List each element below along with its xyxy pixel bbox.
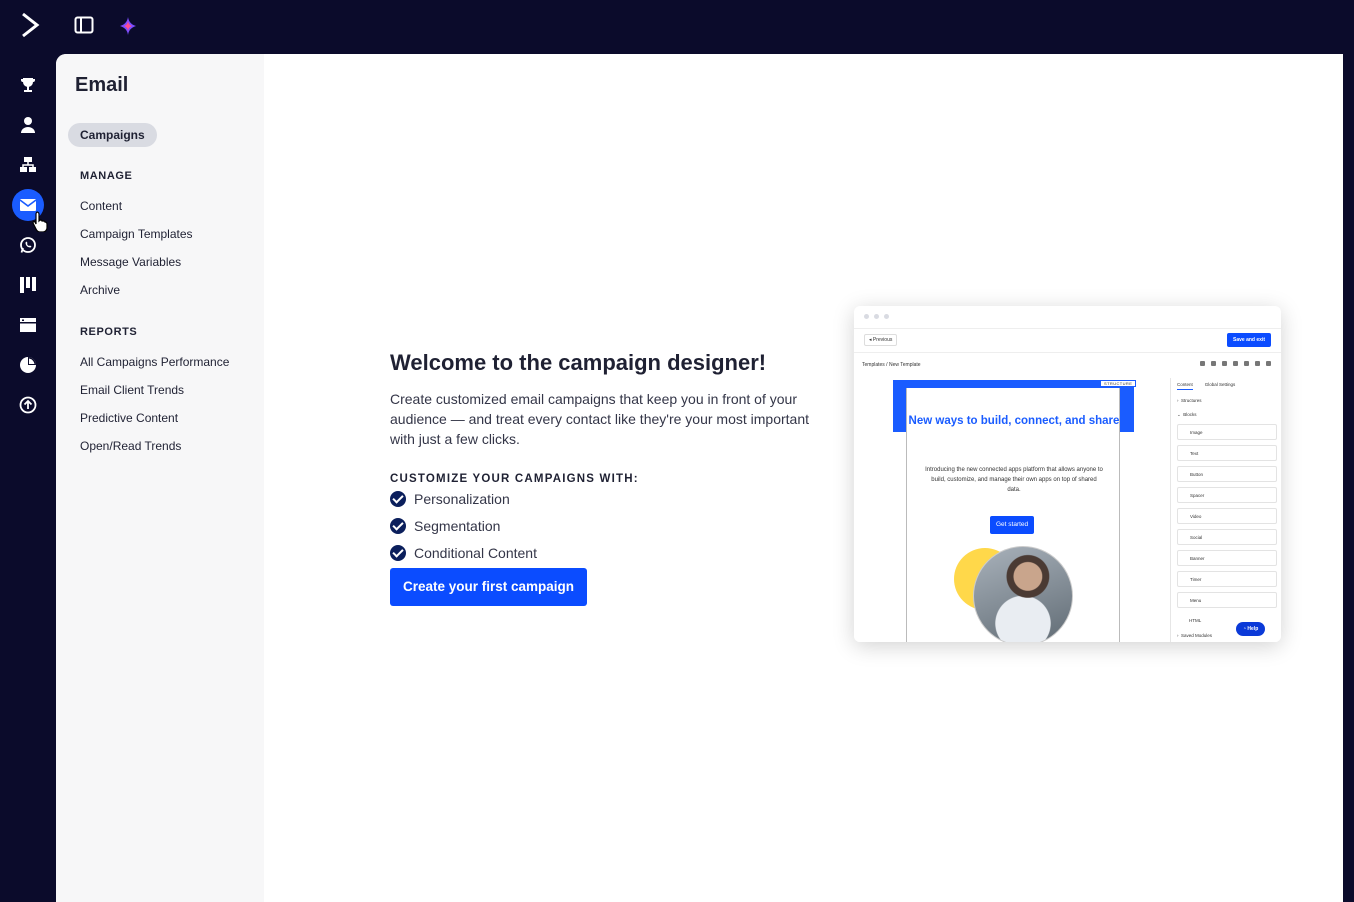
preview-side-panel: Content Global Settings › Structures ⌄ Bl… [1170,378,1281,642]
preview-previous-button: ◂ Previous [864,334,898,346]
nav-item-predictive-content[interactable]: Predictive Content [80,411,178,425]
hand-cursor-icon [32,211,48,232]
preview-block-image: Image [1177,424,1277,440]
nav-item-email-client-trends[interactable]: Email Client Trends [80,383,184,397]
feature-personalization: Personalization [390,485,810,512]
preview-get-started-button: Get started [990,516,1035,534]
feature-conditional-content: Conditional Content [390,539,810,566]
preview-blocks-row: ⌄ Blocks [1177,412,1197,417]
preview-woman-photo [973,546,1073,642]
activecampaign-logo[interactable] [20,12,40,38]
contacts-icon[interactable] [12,109,44,141]
welcome-panel: Welcome to the campaign designer! Create… [390,350,810,606]
feature-segmentation: Segmentation [390,512,810,539]
section-title: Email [75,74,129,96]
primary-nav-rail [0,54,56,902]
sparkle-icon[interactable] [118,16,138,36]
preview-block-video: Video [1177,508,1277,524]
sidebar-toggle-icon[interactable] [74,16,94,34]
preview-block-menu: Menu [1177,592,1277,608]
window-dots [864,314,889,319]
upload-icon[interactable] [12,389,44,421]
nav-item-archive[interactable]: Archive [80,283,120,297]
customize-heading: CUSTOMIZE YOUR CAMPAIGNS WITH: [390,473,639,485]
preview-breadcrumb: Templates / New Template [862,362,921,368]
nav-item-content[interactable]: Content [80,199,122,213]
reports-icon[interactable] [12,349,44,381]
preview-toolbar-icons [1200,361,1271,366]
preview-body-text: Introducing the new connected apps platf… [925,467,1103,493]
trophy-icon[interactable] [12,69,44,101]
pipeline-icon[interactable] [12,269,44,301]
preview-block-social: Social [1177,529,1277,545]
automations-icon[interactable] [12,149,44,181]
main-app-area: Email Campaigns MANAGE Content Campaign … [56,54,1343,902]
preview-toolbar: ◂ Previous Save and exit [854,328,1281,353]
whatsapp-icon[interactable] [12,229,44,261]
preview-block-banner: Banner [1177,550,1277,566]
preview-block-text: Text [1177,445,1277,461]
preview-save-button: Save and exit [1227,333,1271,347]
nav-item-all-campaigns-performance[interactable]: All Campaigns Performance [80,355,229,369]
preview-block-timer: Timer [1177,571,1277,587]
preview-block-spacer: Spacer [1177,487,1277,503]
nav-item-open-read-trends[interactable]: Open/Read Trends [80,439,181,453]
create-first-campaign-button[interactable]: Create your first campaign [390,568,588,606]
preview-block-button: Button [1177,466,1277,482]
site-icon[interactable] [12,309,44,341]
top-bar [0,0,1343,54]
check-circle-icon [390,490,406,507]
welcome-title: Welcome to the campaign designer! [390,350,767,375]
designer-preview-image: ◂ Previous Save and exit Templates / New… [854,306,1281,642]
nav-item-campaign-templates[interactable]: Campaign Templates [80,227,193,241]
welcome-description: Create customized email campaigns that k… [390,391,809,447]
preview-headline: New ways to build, connect, and share [908,415,1120,427]
preview-canvas: New ways to build, connect, and share In… [854,378,1170,642]
check-circle-icon [390,544,406,561]
check-circle-icon [390,517,406,534]
nav-item-message-variables[interactable]: Message Variables [80,255,181,269]
preview-tabs: Content Global Settings [1177,382,1235,390]
preview-structures-row: › Structures [1177,398,1202,403]
secondary-nav: Email Campaigns MANAGE Content Campaign … [56,54,264,902]
nav-item-campaigns[interactable]: Campaigns [68,123,157,147]
preview-structure-tag: STRUCTURE [1100,380,1137,387]
preview-email-card: New ways to build, connect, and share In… [906,388,1120,642]
manage-heading: MANAGE [80,170,133,182]
reports-heading: REPORTS [80,326,138,338]
preview-help-button: ◔ Help [1236,622,1266,636]
preview-saved-modules-row: › Saved Modules [1177,633,1213,638]
